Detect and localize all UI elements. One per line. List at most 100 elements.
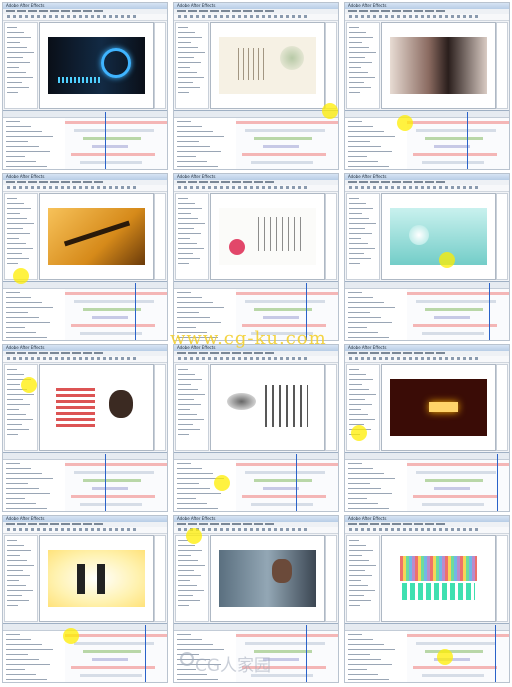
layer-list[interactable] bbox=[345, 118, 405, 169]
timeline-header bbox=[174, 453, 338, 460]
playhead[interactable] bbox=[145, 625, 146, 682]
tool-bar[interactable] bbox=[174, 14, 338, 21]
tool-bar[interactable] bbox=[3, 356, 167, 363]
cursor-highlight-icon bbox=[351, 425, 367, 441]
composition-viewer[interactable] bbox=[210, 364, 325, 451]
layer-bars[interactable] bbox=[65, 454, 167, 511]
effects-panel[interactable] bbox=[154, 535, 166, 622]
timeline-panel[interactable] bbox=[3, 281, 167, 340]
effects-panel[interactable] bbox=[154, 193, 166, 280]
effects-panel[interactable] bbox=[325, 22, 337, 109]
layer-list[interactable] bbox=[345, 289, 405, 340]
layer-bars[interactable] bbox=[65, 625, 167, 682]
playhead[interactable] bbox=[105, 112, 106, 169]
layer-list[interactable] bbox=[345, 460, 405, 511]
brand-watermark: CG人家园 bbox=[195, 656, 272, 676]
effects-panel[interactable] bbox=[496, 364, 508, 451]
project-panel[interactable] bbox=[346, 22, 380, 109]
tool-bar[interactable] bbox=[174, 356, 338, 363]
project-panel[interactable] bbox=[175, 535, 209, 622]
tool-bar[interactable] bbox=[345, 14, 509, 21]
project-panel[interactable] bbox=[175, 22, 209, 109]
composition-viewer[interactable] bbox=[39, 193, 154, 280]
project-panel[interactable] bbox=[175, 193, 209, 280]
composition-viewer[interactable] bbox=[39, 22, 154, 109]
project-panel[interactable] bbox=[4, 535, 38, 622]
layer-bars[interactable] bbox=[407, 625, 509, 682]
project-panel[interactable] bbox=[346, 535, 380, 622]
playhead[interactable] bbox=[306, 625, 307, 682]
cursor-highlight-icon bbox=[21, 377, 37, 393]
timeline-panel[interactable] bbox=[3, 452, 167, 511]
tool-bar[interactable] bbox=[345, 185, 509, 192]
tool-bar[interactable] bbox=[3, 185, 167, 192]
composition-viewer[interactable] bbox=[210, 22, 325, 109]
composition-viewer[interactable] bbox=[381, 364, 496, 451]
playhead[interactable] bbox=[497, 454, 498, 511]
timeline-panel[interactable] bbox=[345, 623, 509, 682]
playhead[interactable] bbox=[467, 112, 468, 169]
composition-viewer[interactable] bbox=[381, 193, 496, 280]
effects-panel[interactable] bbox=[154, 364, 166, 451]
timeline-header bbox=[3, 624, 167, 631]
effects-panel[interactable] bbox=[496, 22, 508, 109]
composition-frame bbox=[48, 208, 145, 265]
layer-list[interactable] bbox=[3, 118, 63, 169]
layer-list[interactable] bbox=[3, 289, 63, 340]
layer-bars[interactable] bbox=[407, 112, 509, 169]
effects-panel[interactable] bbox=[325, 193, 337, 280]
ae-screenshot-tile: Adobe After Effects bbox=[344, 515, 510, 683]
playhead[interactable] bbox=[296, 454, 297, 511]
effects-panel[interactable] bbox=[325, 535, 337, 622]
project-panel[interactable] bbox=[4, 22, 38, 109]
layer-bars[interactable] bbox=[65, 112, 167, 169]
timeline-panel[interactable] bbox=[174, 452, 338, 511]
timeline-panel[interactable] bbox=[174, 110, 338, 169]
ae-screenshot-tile: Adobe After Effects bbox=[173, 2, 339, 170]
timeline-panel[interactable] bbox=[345, 281, 509, 340]
timeline-panel[interactable] bbox=[3, 110, 167, 169]
layer-bars[interactable] bbox=[236, 118, 338, 169]
tool-bar[interactable] bbox=[345, 356, 509, 363]
composition-viewer[interactable] bbox=[381, 22, 496, 109]
layer-list[interactable] bbox=[3, 631, 63, 682]
ae-screenshot-tile: Adobe After Effects bbox=[2, 173, 168, 341]
composition-viewer[interactable] bbox=[381, 535, 496, 622]
composition-viewer[interactable] bbox=[210, 535, 325, 622]
tool-bar[interactable] bbox=[174, 185, 338, 192]
timeline-panel[interactable] bbox=[3, 623, 167, 682]
layer-bars[interactable] bbox=[407, 454, 509, 511]
tool-bar[interactable] bbox=[345, 527, 509, 534]
layer-list[interactable] bbox=[3, 460, 63, 511]
effects-panel[interactable] bbox=[496, 193, 508, 280]
composition-viewer[interactable] bbox=[39, 364, 154, 451]
cursor-highlight-icon bbox=[322, 103, 338, 119]
layer-bars[interactable] bbox=[236, 454, 338, 511]
effects-panel[interactable] bbox=[154, 22, 166, 109]
playhead[interactable] bbox=[495, 625, 496, 682]
project-panel[interactable] bbox=[4, 193, 38, 280]
timeline-header bbox=[174, 624, 338, 631]
layer-list[interactable] bbox=[345, 631, 405, 682]
layer-list[interactable] bbox=[174, 118, 234, 169]
composition-viewer[interactable] bbox=[210, 193, 325, 280]
effects-panel[interactable] bbox=[496, 535, 508, 622]
project-panel[interactable] bbox=[175, 364, 209, 451]
timeline-panel[interactable] bbox=[345, 110, 509, 169]
ae-screenshot-tile: Adobe After Effects bbox=[173, 344, 339, 512]
playhead[interactable] bbox=[135, 283, 136, 340]
playhead[interactable] bbox=[489, 283, 490, 340]
composition-frame bbox=[48, 550, 145, 607]
effects-panel[interactable] bbox=[325, 364, 337, 451]
playhead[interactable] bbox=[105, 454, 106, 511]
project-panel[interactable] bbox=[346, 193, 380, 280]
layer-bars[interactable] bbox=[407, 283, 509, 340]
tool-bar[interactable] bbox=[3, 527, 167, 534]
composition-frame bbox=[390, 550, 487, 607]
cursor-highlight-icon bbox=[13, 268, 29, 284]
tool-bar[interactable] bbox=[3, 14, 167, 21]
composition-viewer[interactable] bbox=[39, 535, 154, 622]
layer-bars[interactable] bbox=[65, 283, 167, 340]
ae-screenshot-tile: Adobe After Effects bbox=[2, 344, 168, 512]
timeline-panel[interactable] bbox=[345, 452, 509, 511]
